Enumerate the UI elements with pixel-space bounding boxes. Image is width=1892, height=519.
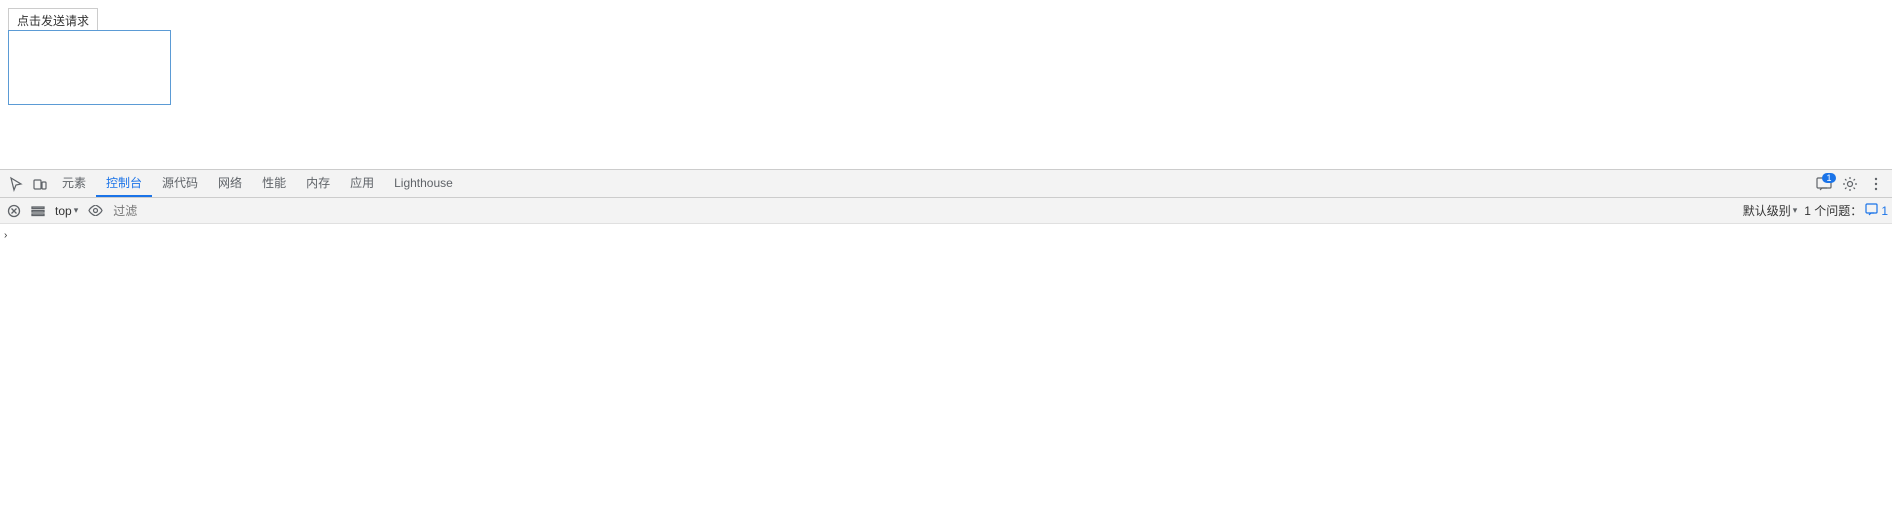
inspect-element-icon[interactable] bbox=[4, 172, 28, 196]
clear-console-icon[interactable] bbox=[4, 201, 24, 221]
filter-input[interactable] bbox=[109, 201, 1736, 221]
tab-lighthouse[interactable]: Lighthouse bbox=[384, 170, 463, 197]
devtools-panel: 元素 控制台 源代码 网络 性能 内存 应用 Lighthouse bbox=[0, 170, 1892, 519]
context-top-label: top bbox=[55, 204, 72, 218]
default-levels-arrow: ▾ bbox=[1793, 205, 1798, 216]
console-first-row: › bbox=[0, 224, 1892, 248]
tab-elements[interactable]: 元素 bbox=[52, 170, 96, 197]
console-messages-icon[interactable]: 1 bbox=[1812, 172, 1836, 196]
issues-count-number: 1 bbox=[1881, 204, 1888, 218]
default-levels-selector[interactable]: 默认级别 ▾ bbox=[1740, 201, 1801, 220]
more-options-icon[interactable] bbox=[1864, 172, 1888, 196]
devtools-right-icons: 1 bbox=[1812, 172, 1888, 196]
console-settings-icon[interactable] bbox=[28, 201, 48, 221]
issues-text: 1 个问题： bbox=[1804, 202, 1862, 219]
console-content[interactable]: › bbox=[0, 224, 1892, 519]
tab-network[interactable]: 网络 bbox=[208, 170, 252, 197]
message-badge-count: 1 bbox=[1822, 173, 1836, 183]
console-chevron-icon[interactable]: › bbox=[4, 230, 7, 241]
tab-list: 元素 控制台 源代码 网络 性能 内存 应用 Lighthouse bbox=[52, 170, 1812, 197]
issues-count-display: 1 个问题： 1 bbox=[1804, 202, 1888, 219]
console-toolbar: top ▾ 默认级别 ▾ 1 个问题： bbox=[0, 198, 1892, 224]
console-right-controls: 默认级别 ▾ 1 个问题： 1 bbox=[1740, 201, 1888, 220]
tab-memory[interactable]: 内存 bbox=[296, 170, 340, 197]
default-levels-label: 默认级别 bbox=[1743, 202, 1791, 219]
tab-source[interactable]: 源代码 bbox=[152, 170, 208, 197]
eye-icon[interactable] bbox=[85, 201, 105, 221]
context-selector[interactable]: top ▾ bbox=[52, 203, 81, 219]
tab-application[interactable]: 应用 bbox=[340, 170, 384, 197]
issues-icon bbox=[1865, 203, 1878, 219]
context-selector-arrow: ▾ bbox=[74, 205, 79, 216]
devtools-tab-bar: 元素 控制台 源代码 网络 性能 内存 应用 Lighthouse bbox=[0, 170, 1892, 198]
tab-console[interactable]: 控制台 bbox=[96, 170, 152, 197]
input-box[interactable] bbox=[8, 30, 171, 105]
device-toolbar-icon[interactable] bbox=[28, 172, 52, 196]
settings-icon[interactable] bbox=[1838, 172, 1862, 196]
page-area: 点击发送请求 bbox=[0, 0, 1892, 170]
tab-performance[interactable]: 性能 bbox=[252, 170, 296, 197]
